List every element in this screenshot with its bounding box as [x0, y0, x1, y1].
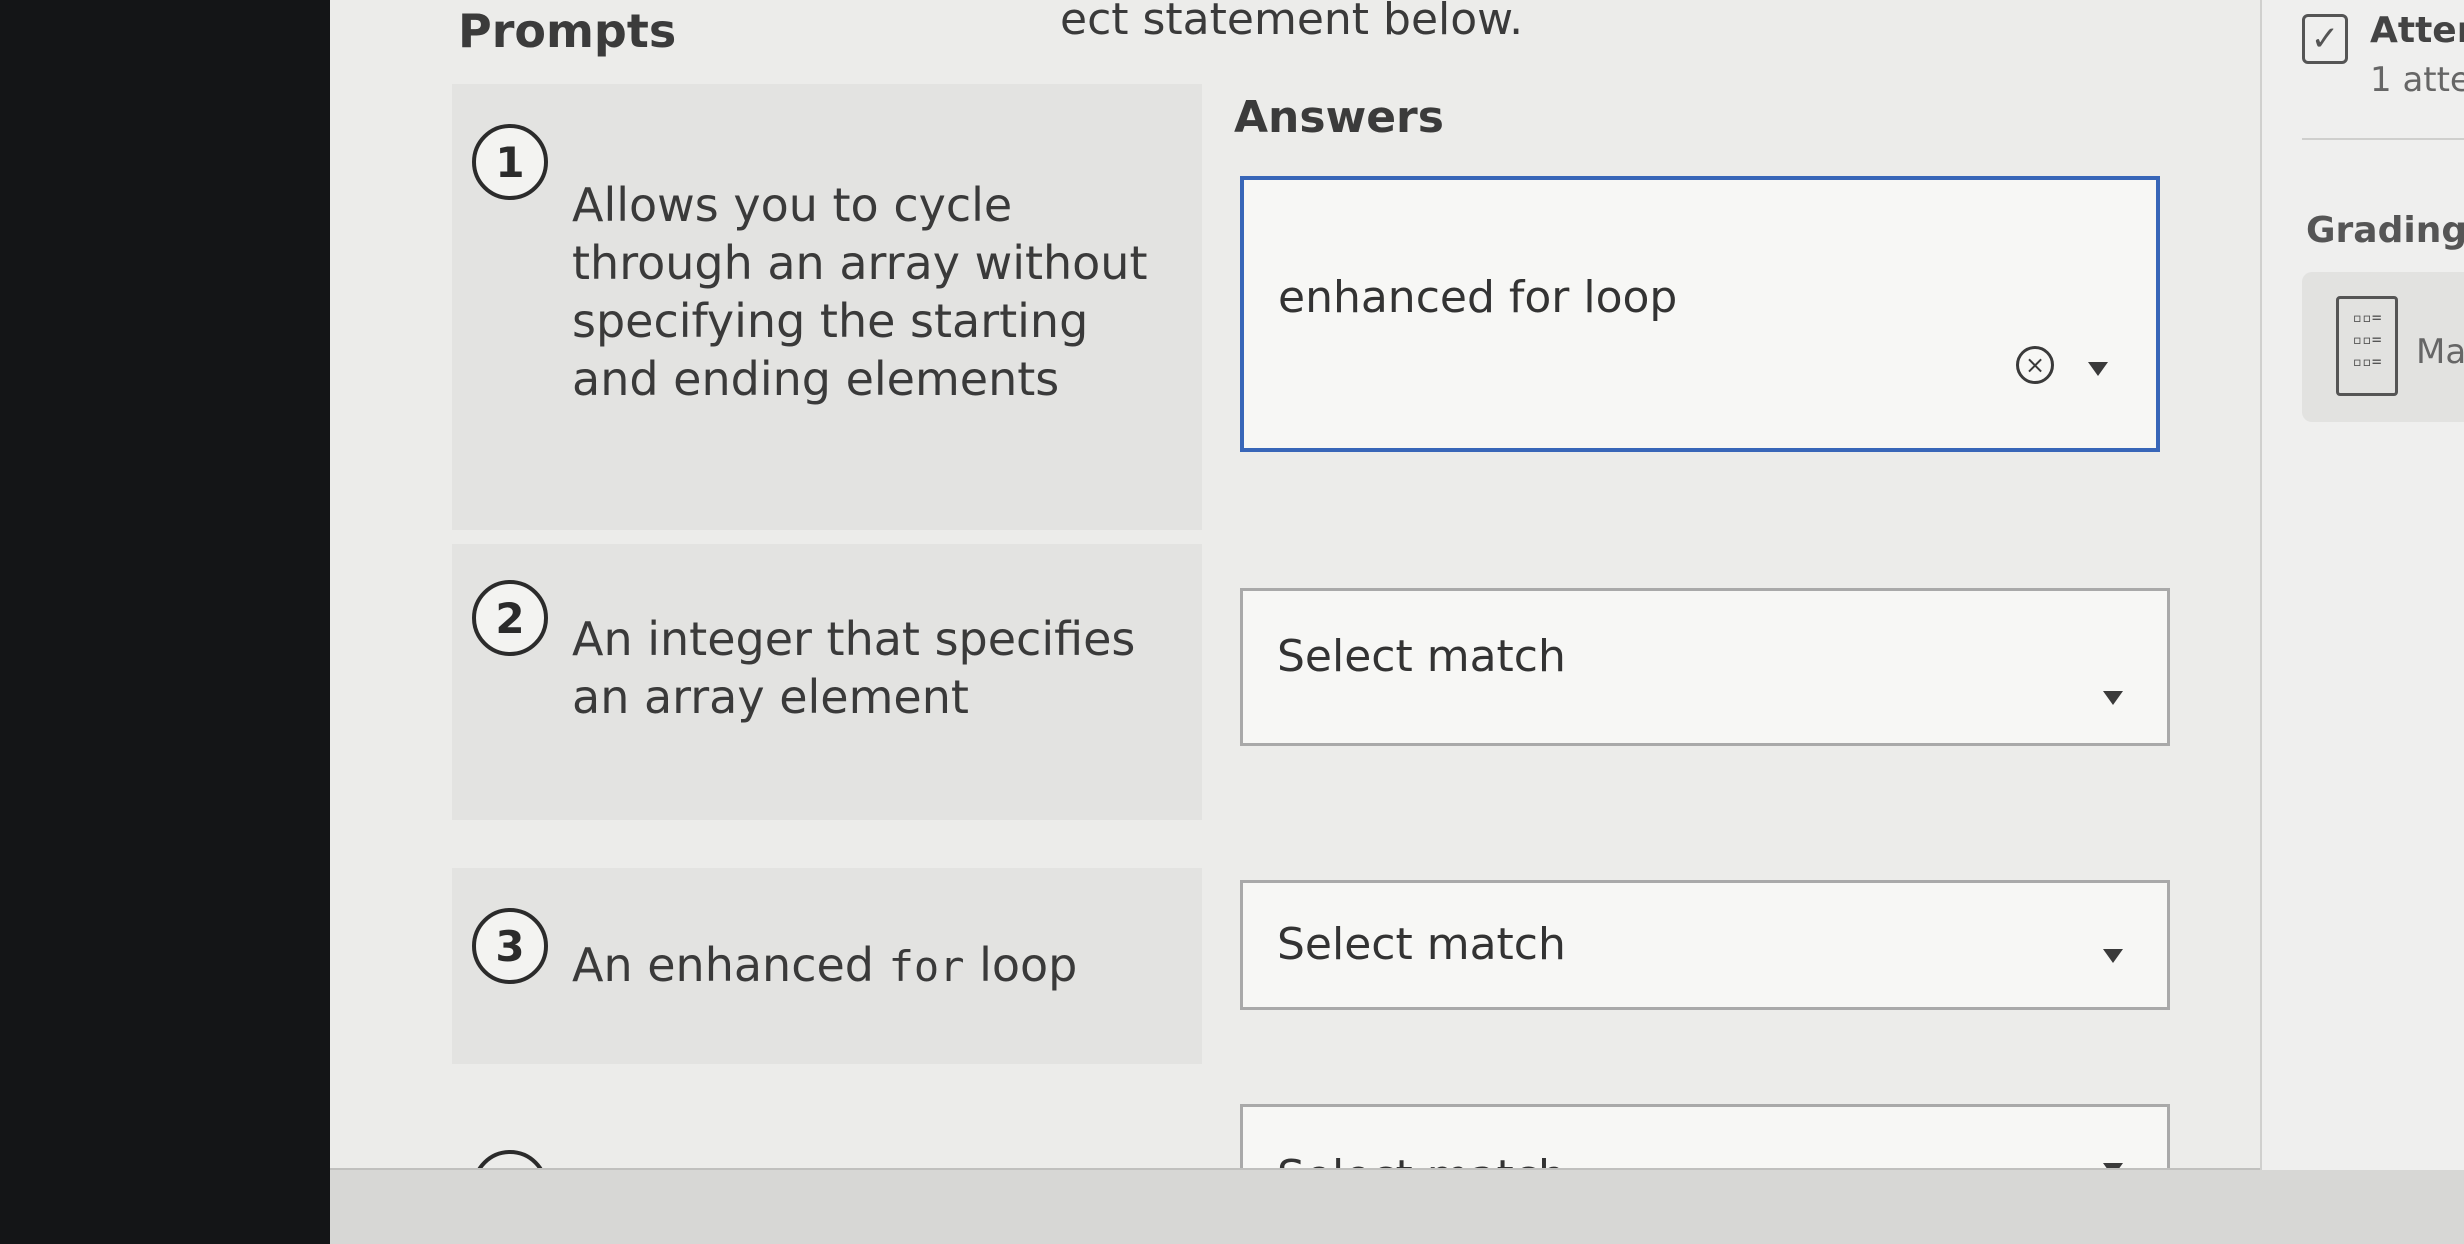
prompt-text-start: An enhanced	[572, 938, 874, 992]
prompt-item-3: 3 An enhanced for loop	[452, 868, 1202, 1064]
prompt-number-badge: 3	[472, 908, 548, 984]
prompt-text: An enhanced for loop	[572, 936, 1172, 996]
answer-select-3[interactable]: Select match	[1240, 880, 2170, 1010]
prompt-number-badge: 1	[472, 124, 548, 200]
panel-divider	[2302, 138, 2464, 140]
grading-label: Grading	[2306, 210, 2464, 251]
dropdown-arrow-icon[interactable]	[2103, 949, 2123, 963]
prompts-heading: Prompts	[458, 4, 677, 58]
prompt-number-badge: 2	[472, 580, 548, 656]
checkbox-icon: ✓	[2302, 14, 2348, 64]
clear-circle-icon[interactable]: ×	[2016, 346, 2054, 384]
dropdown-arrow-icon[interactable]	[2088, 362, 2108, 376]
bottom-bar	[330, 1168, 2464, 1244]
select-placeholder: Select match	[1277, 631, 1566, 682]
instruction-text: ect statement below.	[1060, 0, 1524, 45]
answer-select-1[interactable]: enhanced for loop ×	[1240, 176, 2160, 452]
selected-answer: enhanced for loop	[1278, 272, 1678, 323]
answers-heading: Answers	[1234, 92, 1444, 143]
attempts-label: Attempts	[2370, 10, 2464, 51]
grading-card: ▫▫=▫▫=▫▫= Max	[2302, 272, 2464, 422]
select-placeholder: Select match	[1277, 919, 1566, 970]
dropdown-arrow-icon[interactable]	[2103, 691, 2123, 705]
prompt-text: Allows you to cycle through an array wit…	[572, 178, 1148, 406]
prompt-text-end: loop	[979, 938, 1078, 992]
prompt-item-1: 1 Allows you to cycle through an array w…	[452, 84, 1202, 530]
prompt-text: An integer that specifies an array eleme…	[572, 612, 1136, 724]
quiz-page: ect statement below. Prompts Answers 1 A…	[330, 0, 2464, 1244]
calculator-icon: ▫▫= ▫▫= ▫▫=	[2336, 296, 2398, 396]
attempts-count: 1 attempt	[2370, 60, 2464, 100]
code-keyword: for	[888, 942, 965, 991]
answer-select-2[interactable]: Select match	[1240, 588, 2170, 746]
side-panel: ✓ Attempts 1 attempt Grading ▫▫=▫▫=▫▫= M…	[2260, 0, 2464, 1170]
prompt-item-2: 2 An integer that specifies an array ele…	[452, 544, 1202, 820]
grading-max: Max	[2416, 332, 2464, 372]
